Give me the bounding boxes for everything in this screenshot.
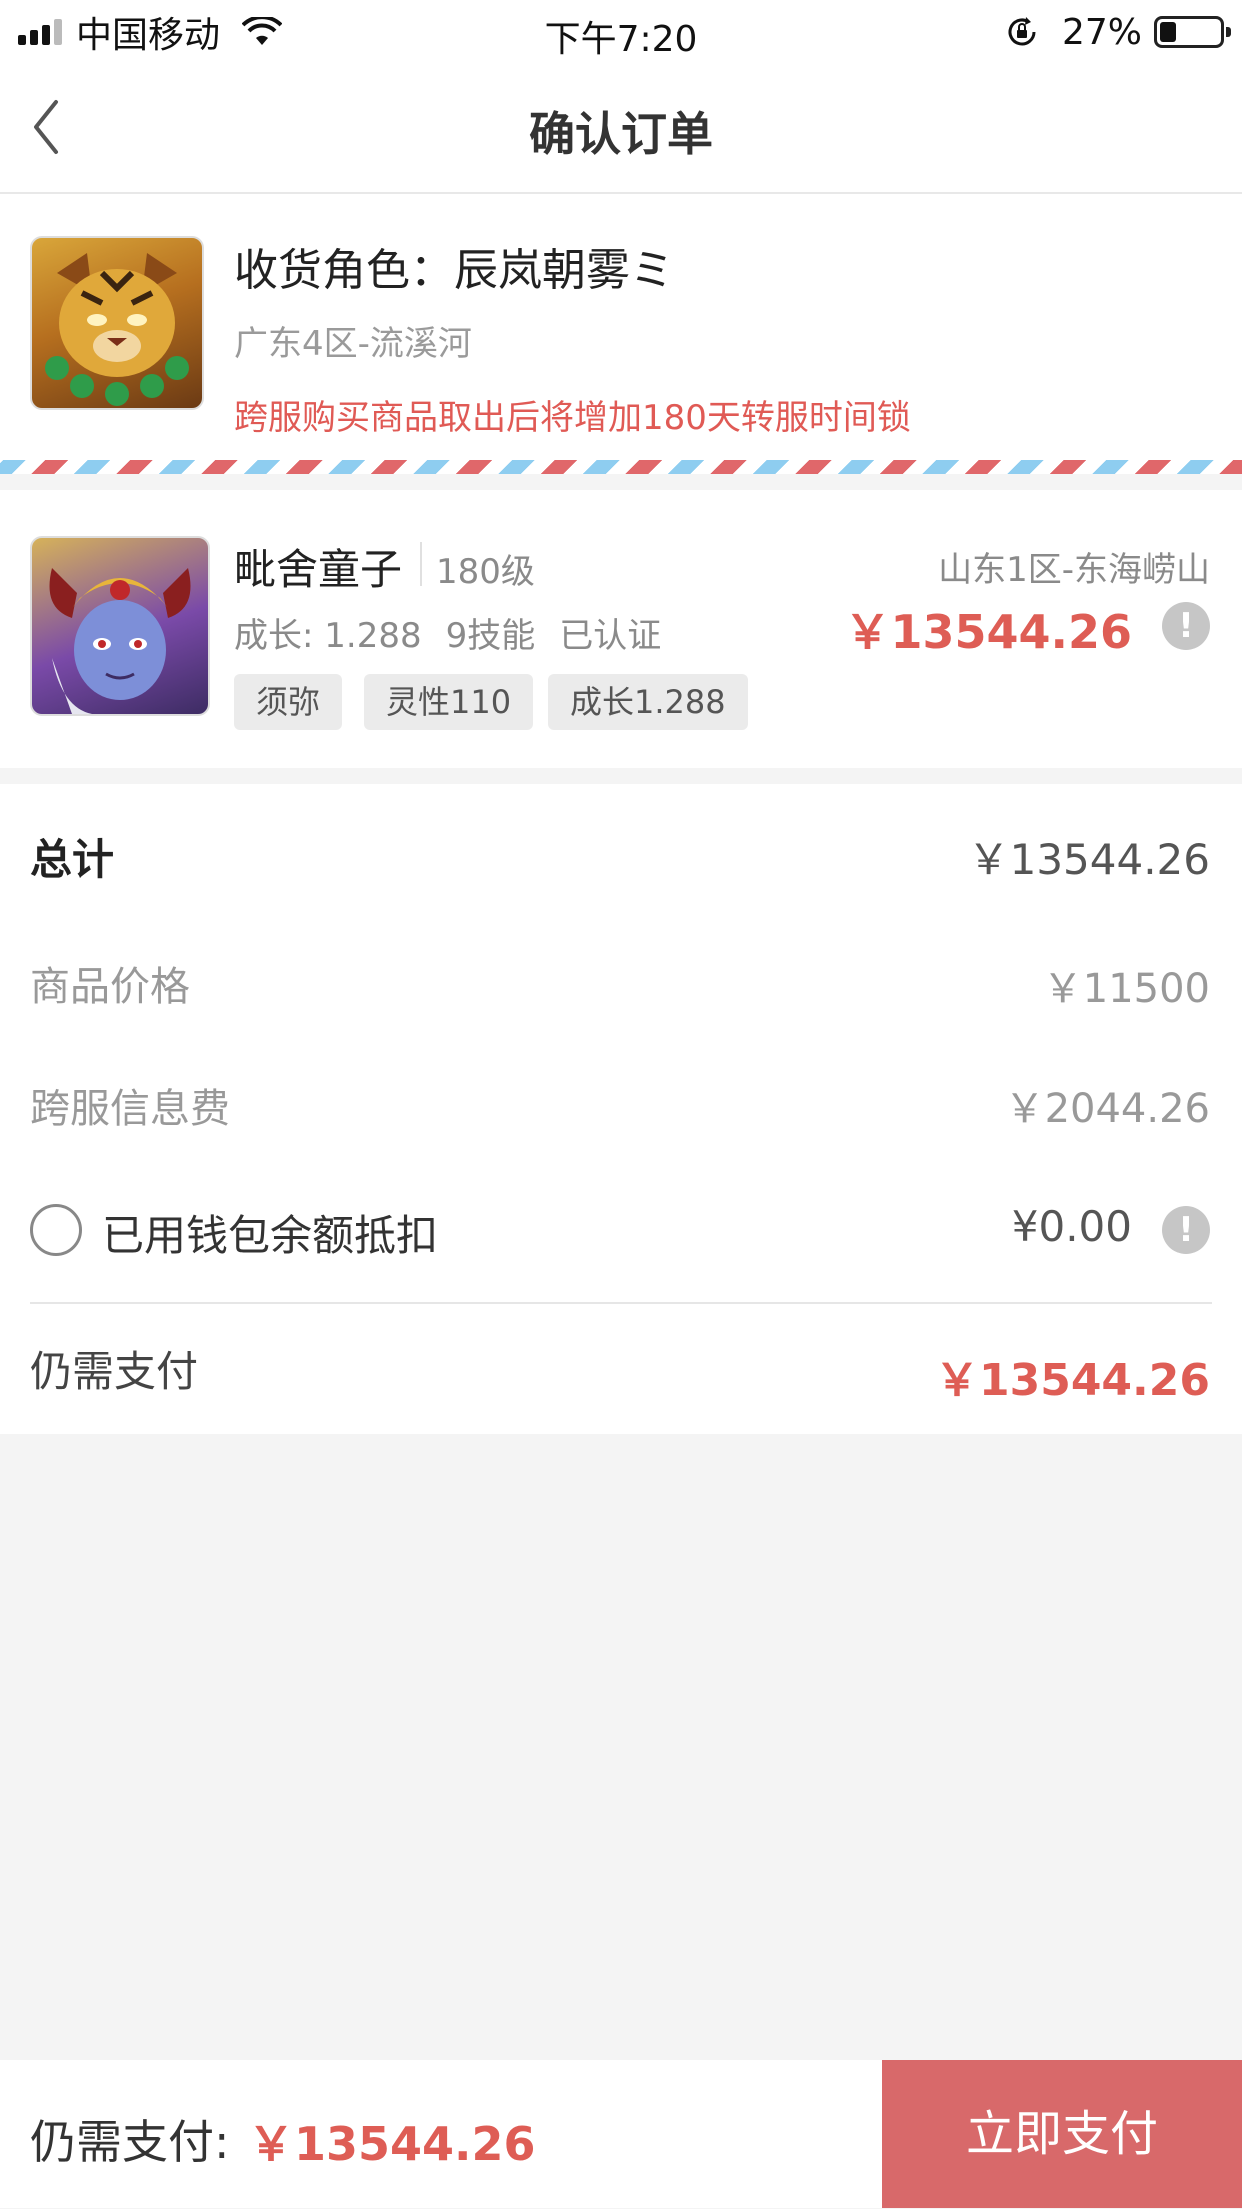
item-price: ￥13544.26 <box>844 605 1132 659</box>
bottom-pay-bar: 仍需支付: ￥13544.26 立即支付 <box>0 2060 1242 2208</box>
bottom-due-label: 仍需支付: <box>30 2115 230 2169</box>
item-tag: 须弥 <box>234 674 343 730</box>
pay-now-button[interactable]: 立即支付 <box>882 2060 1242 2208</box>
exclamation-icon[interactable]: ! <box>1162 1206 1210 1254</box>
cross-server-warning: 跨服购买商品取出后将增加180天转服时间锁 <box>234 398 911 438</box>
goods-price-label: 商品价格 <box>30 964 190 1010</box>
item-stat-certified: 已认证 <box>559 616 662 656</box>
wallet-deduct-value: ¥0.00 <box>1011 1202 1132 1251</box>
item-card[interactable]: 毗舍童子 180级 山东1区-东海崂山 成长: 1.288 9技能 已认证 ￥1… <box>0 490 1242 768</box>
item-tag: 成长1.288 <box>548 674 748 730</box>
item-stat-skills: 9技能 <box>445 616 536 656</box>
battery-percent: 27% <box>1061 11 1142 53</box>
battery-fill <box>1160 22 1176 42</box>
total-label: 总计 <box>30 835 115 884</box>
price-summary: 总计 ￥13544.26 商品价格 ￥11500 跨服信息费 ￥2044.26 … <box>0 784 1242 1434</box>
role-card: 收货角色：辰岚朝雾ミ 广东4区-流溪河 跨服购买商品取出后将增加180天转服时间… <box>0 194 1242 460</box>
bottom-due-amount: ￥13544.26 <box>248 2117 536 2171</box>
item-level: 180级 <box>436 552 535 592</box>
amount-due-label: 仍需支付 <box>30 1347 199 1396</box>
item-server: 山东1区-东海崂山 <box>938 550 1210 590</box>
cross-server-fee-value: ￥2044.26 <box>1004 1086 1210 1132</box>
status-bar: 中国移动 下午7:20 27% <box>0 0 1242 62</box>
nav-bar: 确认订单 <box>0 62 1242 194</box>
battery-icon <box>1154 16 1231 48</box>
item-name: 毗舍童子 <box>234 545 403 594</box>
summary-divider <box>30 1302 1212 1304</box>
cross-server-fee-label: 跨服信息费 <box>30 1086 230 1132</box>
goods-price-value: ￥11500 <box>1042 966 1210 1012</box>
item-tag: 灵性110 <box>364 674 534 730</box>
page-title: 确认订单 <box>529 107 713 161</box>
item-stats: 成长: 1.288 9技能 已认证 <box>234 608 661 657</box>
total-value: ￥13544.26 <box>967 835 1210 884</box>
pet-portrait-icon <box>49 568 191 714</box>
wallet-deduct-radio[interactable] <box>30 1204 82 1256</box>
role-server: 广东4区-流溪河 <box>234 324 472 364</box>
role-title: 收货角色：辰岚朝雾ミ <box>234 245 674 296</box>
exclamation-icon[interactable]: ! <box>1162 602 1210 650</box>
item-stat-growth: 成长: 1.288 <box>234 616 422 656</box>
item-avatar <box>30 536 210 716</box>
name-divider <box>420 542 422 586</box>
role-avatar <box>30 236 204 410</box>
tiger-portrait-icon <box>45 253 189 406</box>
rotation-lock-icon <box>1008 17 1036 46</box>
airmail-divider <box>0 460 1242 474</box>
status-right: 27% <box>1004 10 1231 54</box>
amount-due-value: ￥13544.26 <box>934 1355 1210 1406</box>
wallet-deduct-label[interactable]: 已用钱包余额抵扣 <box>102 1202 438 1263</box>
